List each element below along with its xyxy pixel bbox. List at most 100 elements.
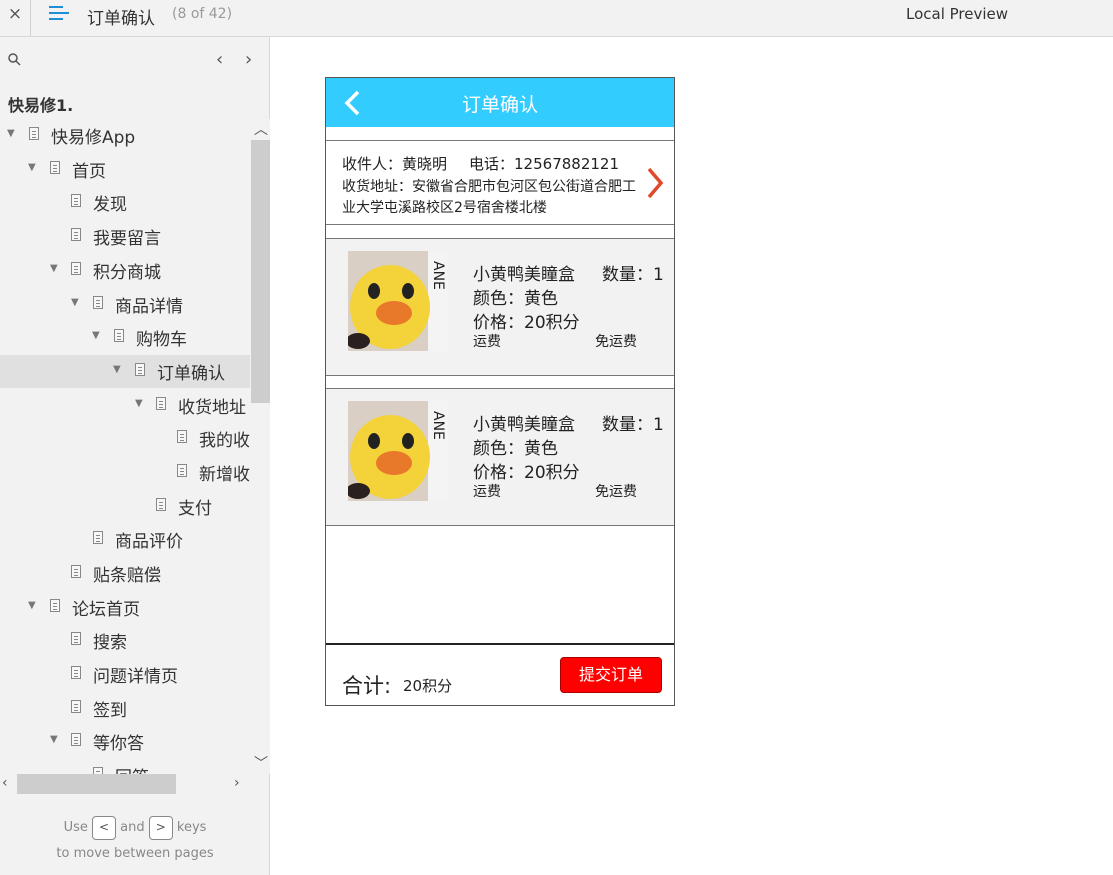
menu-icon[interactable] xyxy=(49,5,71,23)
next-page-button[interactable]: › xyxy=(245,49,252,70)
tree-item-waiting-answer[interactable]: ▼ 等你答 xyxy=(0,725,250,758)
expand-arrow-icon[interactable]: ▼ xyxy=(135,398,143,409)
sidebar: ‹ › 快易修1. ▼ 快易修App ▼ 首页 发现 我要留言 ▼ 积分商城 ▼ xyxy=(0,37,270,875)
product-image: ANE xyxy=(348,251,448,351)
item-name: 小黄鸭美瞳盒 xyxy=(473,415,575,435)
page-title: 订单确认 xyxy=(87,9,155,29)
tree-item-label: 问题详情页 xyxy=(93,667,178,687)
receiver-name: 收件人：黄晓明 xyxy=(342,155,448,173)
phone-title: 订单确认 xyxy=(461,94,538,116)
receiver-phone: 电话：12567882121 xyxy=(469,155,619,173)
tree-item-compensation[interactable]: 贴条赔偿 xyxy=(0,557,250,590)
item-color: 颜色：黄色 xyxy=(473,439,558,459)
horizontal-scroll-thumb[interactable] xyxy=(17,774,176,794)
product-image: ANE xyxy=(348,401,448,501)
page-icon xyxy=(29,127,39,140)
receiver-line: 收件人：黄晓明 电话：12567882121 xyxy=(342,153,619,174)
tree-item-label: 回答 xyxy=(115,763,149,774)
expand-arrow-icon[interactable]: ▼ xyxy=(92,330,100,341)
tree-item-label: 论坛首页 xyxy=(72,600,140,620)
address-text: 收货地址：安徽省合肥市包河区包公街道合肥工业大学屯溪路校区2号宿舍楼北楼 xyxy=(342,179,636,216)
tree-item-label: 收货地址 xyxy=(178,398,246,418)
tree-item-label: 签到 xyxy=(93,701,127,721)
tree-item-label: 新增收 xyxy=(199,465,250,485)
expand-arrow-icon[interactable]: ▼ xyxy=(28,600,36,611)
tree-item-label: 等你答 xyxy=(93,734,144,754)
item-color: 颜色：黄色 xyxy=(473,289,558,309)
address-card[interactable]: 收件人：黄晓明 电话：12567882121 收货地址：安徽省合肥市包河区包公街道… xyxy=(326,140,674,225)
page-icon xyxy=(177,464,187,477)
tree-item-answer[interactable]: 回答 xyxy=(0,759,250,774)
tree-item-search[interactable]: 搜索 xyxy=(0,624,250,657)
tree-item-new-address[interactable]: 新增收 xyxy=(0,456,250,489)
item-price: 价格：20积分 xyxy=(473,463,580,483)
expand-arrow-icon[interactable]: ▼ xyxy=(7,128,15,139)
tree-item-product-detail[interactable]: ▼ 商品详情 xyxy=(0,288,250,321)
close-button[interactable]: × xyxy=(0,0,30,30)
page-icon xyxy=(71,228,81,241)
tree-item-cart[interactable]: ▼ 购物车 xyxy=(0,321,250,354)
tree-item-label: 我要留言 xyxy=(93,229,161,249)
search-icon[interactable] xyxy=(8,53,21,66)
page-icon xyxy=(71,700,81,713)
tree-item-points-mall[interactable]: ▼ 积分商城 xyxy=(0,254,250,287)
page-icon xyxy=(50,161,60,174)
expand-arrow-icon[interactable]: ▼ xyxy=(113,364,121,375)
page-icon xyxy=(93,767,103,774)
submit-order-button[interactable]: 提交订单 xyxy=(560,657,662,693)
page-icon xyxy=(71,632,81,645)
tree-item-pay[interactable]: 支付 xyxy=(0,490,250,523)
page-icon xyxy=(93,531,103,544)
page-icon xyxy=(156,498,166,511)
tree-item-label: 订单确认 xyxy=(157,364,225,384)
page-icon xyxy=(135,363,145,376)
page-tree: ▼ 快易修App ▼ 首页 发现 我要留言 ▼ 积分商城 ▼ 商品详情 ▼ 购物… xyxy=(0,119,250,774)
expand-arrow-icon[interactable]: ▼ xyxy=(50,734,58,745)
scroll-left-icon[interactable]: ‹ xyxy=(2,775,8,791)
hint-text: to move between pages xyxy=(56,846,214,861)
hint-text: Use xyxy=(63,820,88,835)
top-bar: × 订单确认 (8 of 42) Local Preview xyxy=(0,0,1113,37)
order-item: ANE 小黄鸭美瞳盒 数量：1 颜色：黄色 价格：20积分 运费 免运费 xyxy=(326,388,674,526)
vertical-scroll-thumb[interactable] xyxy=(251,140,270,403)
tree-item-sign-in[interactable]: 签到 xyxy=(0,692,250,725)
tree-item-product-review[interactable]: 商品评价 xyxy=(0,523,250,556)
tree-item-app[interactable]: ▼ 快易修App xyxy=(0,119,250,152)
tree-item-question-detail[interactable]: 问题详情页 xyxy=(0,658,250,691)
item-quantity: 数量：1 xyxy=(602,265,664,285)
hint-text: keys xyxy=(176,820,207,835)
page-icon xyxy=(71,666,81,679)
phone-header: 订单确认 xyxy=(326,78,674,127)
scroll-right-icon[interactable]: › xyxy=(234,775,240,791)
expand-arrow-icon[interactable]: ▼ xyxy=(71,297,79,308)
tree-item-discover[interactable]: 发现 xyxy=(0,186,250,219)
item-shipping-value: 免运费 xyxy=(595,484,637,500)
svg-text:ANE: ANE xyxy=(430,411,446,440)
tree-item-shipping-address[interactable]: ▼ 收货地址 xyxy=(0,389,250,422)
page-count: (8 of 42) xyxy=(172,6,233,22)
expand-arrow-icon[interactable]: ▼ xyxy=(50,263,58,274)
keyboard-hint: Use < and > keys to move between pages xyxy=(0,815,270,867)
divider xyxy=(30,0,31,36)
page-icon xyxy=(114,329,124,342)
item-shipping-value: 免运费 xyxy=(595,334,637,350)
scroll-down-icon[interactable]: ﹀ xyxy=(254,753,268,773)
tree-item-label: 支付 xyxy=(178,499,212,519)
total-value: 20积分 xyxy=(403,677,453,695)
tree-item-label: 快易修App xyxy=(51,128,136,148)
prev-page-button[interactable]: ‹ xyxy=(216,49,223,70)
tree-item-label: 商品评价 xyxy=(115,532,183,552)
tree-item-order-confirm[interactable]: ▼ 订单确认 xyxy=(0,355,250,388)
chevron-right-icon[interactable] xyxy=(645,166,665,200)
tree-item-home[interactable]: ▼ 首页 xyxy=(0,153,250,186)
tree-item-message[interactable]: 我要留言 xyxy=(0,220,250,253)
tree-item-label: 贴条赔偿 xyxy=(93,566,161,586)
page-icon xyxy=(71,262,81,275)
expand-arrow-icon[interactable]: ▼ xyxy=(28,162,36,173)
svg-text:ANE: ANE xyxy=(430,261,446,290)
page-icon xyxy=(50,599,60,612)
tree-item-forum-home[interactable]: ▼ 论坛首页 xyxy=(0,591,250,624)
tree-item-my-address[interactable]: 我的收 xyxy=(0,422,250,455)
page-icon xyxy=(71,565,81,578)
scroll-up-icon[interactable]: ︿ xyxy=(254,119,268,139)
